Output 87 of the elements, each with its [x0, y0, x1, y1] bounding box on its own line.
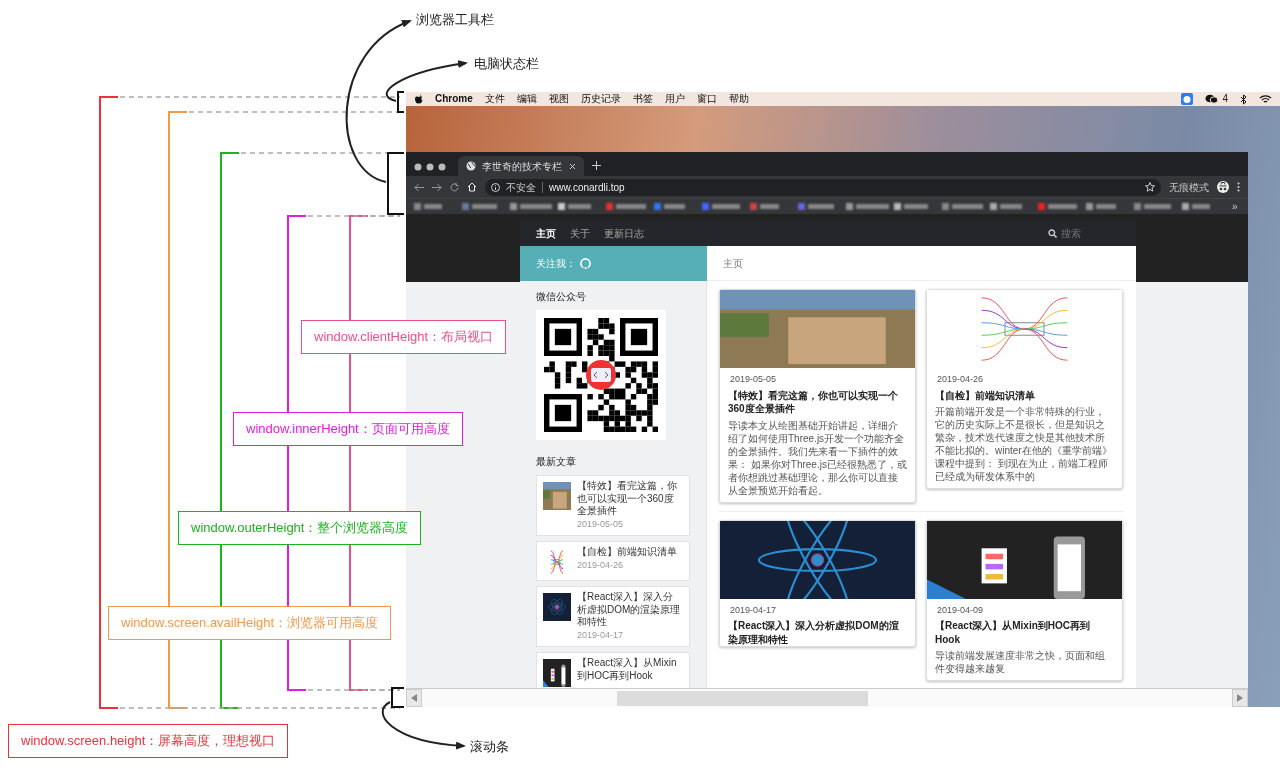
post-thumbnail	[543, 659, 571, 687]
region-bracket	[391, 687, 405, 708]
post-excerpt: 导读本文从绘图基础开始讲起，详细介绍了如何使用Three.js开发一个功能齐全的全景插件。我们先来看一下插件的效果： 如果你对Three.js已经很熟悉了，或者你想跳过基础理论，那么你可以直接从全景预览开始看起。	[727, 418, 908, 498]
horizontal-scrollbar[interactable]	[406, 688, 1248, 707]
post-title: 【特效】看完这篇，你也可以实现一个360度全景插件	[727, 388, 899, 416]
url-text: www.conardli.top	[549, 180, 626, 195]
post-date: 2019-05-05	[729, 373, 778, 386]
back-arrow-icon[interactable]	[414, 182, 424, 192]
menu-item[interactable]: 窗口	[696, 94, 717, 104]
wifi-icon[interactable]	[1259, 94, 1272, 104]
post-card[interactable]: 2019-04-17 【React深入】深入分析虚拟DOM的渲染原理和特性	[719, 519, 916, 647]
post-title: 【React深入】从Mixin到HOC再到Hook	[934, 619, 1091, 646]
star-icon[interactable]	[1145, 182, 1155, 192]
search-input[interactable]: 搜索	[1061, 225, 1117, 241]
post-date: 2019-04-17	[729, 603, 778, 617]
recent-post-date: 2019-04-26	[577, 558, 625, 572]
search-icon	[1048, 228, 1057, 238]
post-thumbnail	[543, 482, 571, 510]
menu-item[interactable]: 视图	[548, 94, 569, 104]
menu-item[interactable]: 历史记录	[580, 94, 621, 104]
breadcrumb-text: 主页	[723, 256, 743, 271]
reload-icon[interactable]	[450, 182, 459, 192]
info-icon	[491, 182, 500, 192]
menu-item[interactable]: 文件	[484, 94, 505, 104]
address-bar[interactable]: 不安全 www.conardli.top	[485, 178, 1161, 196]
nav-link[interactable]: 关于	[570, 225, 590, 241]
post-thumbnail	[543, 593, 571, 621]
post-card[interactable]: 2019-04-09 【React深入】从Mixin到HOC再到Hook 导读前端发展速度非常之快，页面和组件变得越来越复	[926, 519, 1123, 681]
post-date: 2019-04-09	[936, 603, 985, 617]
recent-post-item[interactable]: 【React深入】深入分析虚拟DOM的渲染原理和特性 2019-04-17	[536, 586, 690, 647]
sidebar-heading: 微信公众号	[536, 290, 587, 304]
menu-item[interactable]: 用户	[664, 94, 685, 104]
post-date: 2019-04-26	[936, 373, 985, 386]
recent-post-title: 【React深入】从Mixin到HOC再到Hook	[577, 657, 678, 682]
recent-post-item[interactable]: 【React深入】从Mixin到HOC再到Hook	[536, 652, 690, 688]
follow-label: 关注我：	[536, 257, 576, 271]
recent-post-title: 【自检】前端知识清单	[577, 546, 677, 559]
close-icon[interactable]	[569, 162, 576, 170]
bluetooth-icon[interactable]	[1240, 93, 1247, 105]
security-label: 不安全	[506, 180, 536, 195]
callout-label: 滚动条	[470, 739, 509, 755]
dimension-label: window.outerHeight：整个浏览器高度	[178, 511, 422, 545]
chat-icon[interactable]	[1205, 94, 1219, 104]
chat-count: 4	[1222, 94, 1228, 104]
incognito-label: 无痕模式	[1169, 180, 1209, 195]
more-vertical-icon[interactable]	[1237, 182, 1240, 192]
recent-post-title: 【特效】看完这篇，你也可以实现一个360度全景插件	[577, 480, 678, 518]
app-icon[interactable]	[1181, 93, 1194, 105]
nav-link[interactable]: 主页	[536, 225, 556, 241]
menu-item[interactable]: 帮助	[728, 94, 749, 104]
dimension-label: window.innerHeight：页面可用高度	[233, 412, 463, 446]
post-excerpt: 开篇前端开发是一个非常特殊的行业，它的历史实际上不是很长，但是知识之繁杂，技术迭代速度之快是其他技术所不能比拟的。winter在他的《重学前端》课程中提到： 到现在为止，前端工程师已经成为研发体系中的	[934, 405, 1113, 484]
post-card[interactable]: 2019-05-05 【特效】看完这篇，你也可以实现一个360度全景插件 导读本文从绘图基础开始讲起，详细介绍了如何使用Three.js开发一个功能齐全的全景插件。我们先来看一下插件的效果： 如果你对Three.js已经很熟悉了，或者你想跳过基础理论，那么你可以直接从全景预览开始看起。	[719, 289, 916, 503]
tab-title: 李世奇的技术专栏	[482, 159, 563, 174]
left-arrow-icon[interactable]	[411, 694, 417, 702]
dimension-label: window.clientHeight：布局视口	[301, 320, 507, 354]
bookmarks-more[interactable]: »	[1232, 199, 1238, 214]
globe-icon	[466, 161, 476, 171]
menu-item[interactable]: 书签	[632, 94, 653, 104]
recent-post-title: 【React深入】深入分析虚拟DOM的渲染原理和特性	[577, 591, 682, 629]
region-bracket	[397, 91, 405, 113]
recent-post-date: 2019-05-05	[577, 517, 625, 531]
menu-item[interactable]: 编辑	[516, 94, 537, 104]
post-title: 【自检】前端知识清单	[934, 388, 1036, 402]
callout-label: 电脑状态栏	[474, 56, 539, 72]
dimension-label: window.screen.availHeight：浏览器可用高度	[108, 606, 392, 640]
region-bracket	[387, 152, 405, 215]
dimension-label: window.screen.height：屏幕高度，理想视口	[8, 724, 289, 758]
github-icon[interactable]	[580, 258, 591, 269]
recent-post-date: 2019-04-17	[577, 628, 625, 642]
post-excerpt: 导读前端发展速度非常之快，页面和组件变得越来越复	[934, 649, 1106, 676]
scrollbar-thumb[interactable]	[617, 690, 868, 706]
nav-link[interactable]: 更新日志	[604, 225, 644, 241]
recent-post-item[interactable]: 【自检】前端知识清单 2019-04-26	[536, 541, 690, 581]
right-arrow-icon[interactable]	[1237, 694, 1243, 702]
sidebar-heading: 最新文章	[536, 455, 577, 469]
new-tab-icon[interactable]	[592, 161, 601, 170]
app-menu[interactable]: Chrome	[435, 94, 473, 104]
incognito-icon[interactable]	[1217, 181, 1229, 193]
recent-post-item[interactable]: 【特效】看完这篇，你也可以实现一个360度全景插件 2019-05-05	[536, 475, 690, 536]
browser-tab[interactable]: 李世奇的技术专栏	[458, 156, 584, 176]
post-title: 【React深入】深入分析虚拟DOM的渲染原理和特性	[727, 619, 900, 646]
forward-arrow-icon[interactable]	[432, 182, 442, 192]
home-icon[interactable]	[467, 182, 477, 192]
callout-label: 浏览器工具栏	[416, 12, 494, 28]
post-card[interactable]: 2019-04-26 【自检】前端知识清单 开篇前端开发是一个非常特殊的行业，它的历史实际上不是很长，但是知识之繁杂，技术迭代速度之快是其他技术所不能比拟的。winter在他的《重学前端》课程中提到： 到现在为止，前端工程师已经成为研发体系中的	[926, 289, 1123, 489]
apple-icon	[414, 94, 423, 104]
